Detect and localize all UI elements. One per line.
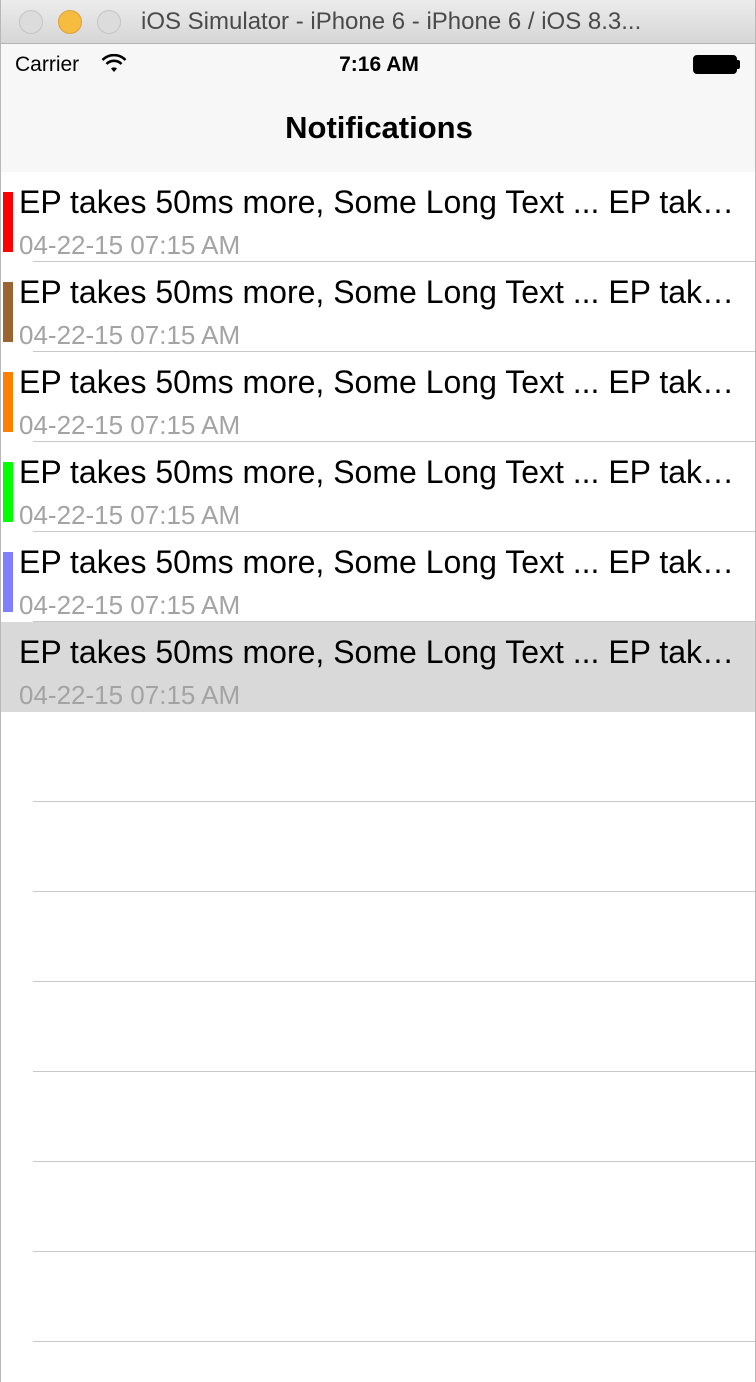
notification-title: EP takes 50ms more, Some Long Text ... E… [19,274,739,310]
notification-row[interactable]: EP takes 50ms more, Some Long Text ... E… [1,172,755,262]
notification-color-indicator [3,192,13,252]
page-title: Notifications [285,110,473,145]
notification-timestamp: 04-22-15 07:15 AM [19,590,241,620]
notification-row-selected[interactable]: EP takes 50ms more, Some Long Text ... E… [1,622,755,712]
notification-row[interactable]: EP takes 50ms more, Some Long Text ... E… [1,532,755,622]
battery-tip [737,60,740,69]
empty-row [1,712,755,802]
notification-timestamp: 04-22-15 07:15 AM [19,320,241,350]
notification-timestamp: 04-22-15 07:15 AM [19,410,241,440]
notification-title: EP takes 50ms more, Some Long Text ... E… [19,634,739,670]
notification-color-indicator [3,372,13,432]
row-separator [33,1341,755,1342]
notification-row[interactable]: EP takes 50ms more, Some Long Text ... E… [1,352,755,442]
ios-status-bar: Carrier 7:16 AM [1,44,755,86]
navigation-bar: Notifications [1,86,755,173]
notification-row[interactable]: EP takes 50ms more, Some Long Text ... E… [1,262,755,352]
minimize-window-button[interactable] [58,10,82,34]
empty-row [1,892,755,982]
empty-row [1,1072,755,1162]
notification-title: EP takes 50ms more, Some Long Text ... E… [19,364,739,400]
close-window-button[interactable] [19,10,43,34]
notification-color-indicator [3,282,13,342]
empty-row [1,1162,755,1252]
notification-title: EP takes 50ms more, Some Long Text ... E… [19,184,739,220]
notifications-table: EP takes 50ms more, Some Long Text ... E… [1,172,755,1342]
notification-timestamp: 04-22-15 07:15 AM [19,680,241,710]
notification-row[interactable]: EP takes 50ms more, Some Long Text ... E… [1,442,755,532]
simulator-window: iOS Simulator - iPhone 6 - iPhone 6 / iO… [0,0,756,1382]
notification-timestamp: 04-22-15 07:15 AM [19,230,241,260]
notification-color-indicator [3,552,13,612]
status-time: 7:16 AM [339,53,419,76]
notification-color-indicator [3,462,13,522]
window-titlebar: iOS Simulator - iPhone 6 - iPhone 6 / iO… [1,0,755,44]
empty-row [1,802,755,892]
notification-title: EP takes 50ms more, Some Long Text ... E… [19,454,739,490]
battery-icon [693,55,737,74]
window-title: iOS Simulator - iPhone 6 - iPhone 6 / iO… [141,8,642,35]
notification-title: EP takes 50ms more, Some Long Text ... E… [19,544,739,580]
zoom-window-button[interactable] [97,10,121,34]
notification-timestamp: 04-22-15 07:15 AM [19,500,241,530]
empty-row [1,1252,755,1342]
empty-row [1,982,755,1072]
